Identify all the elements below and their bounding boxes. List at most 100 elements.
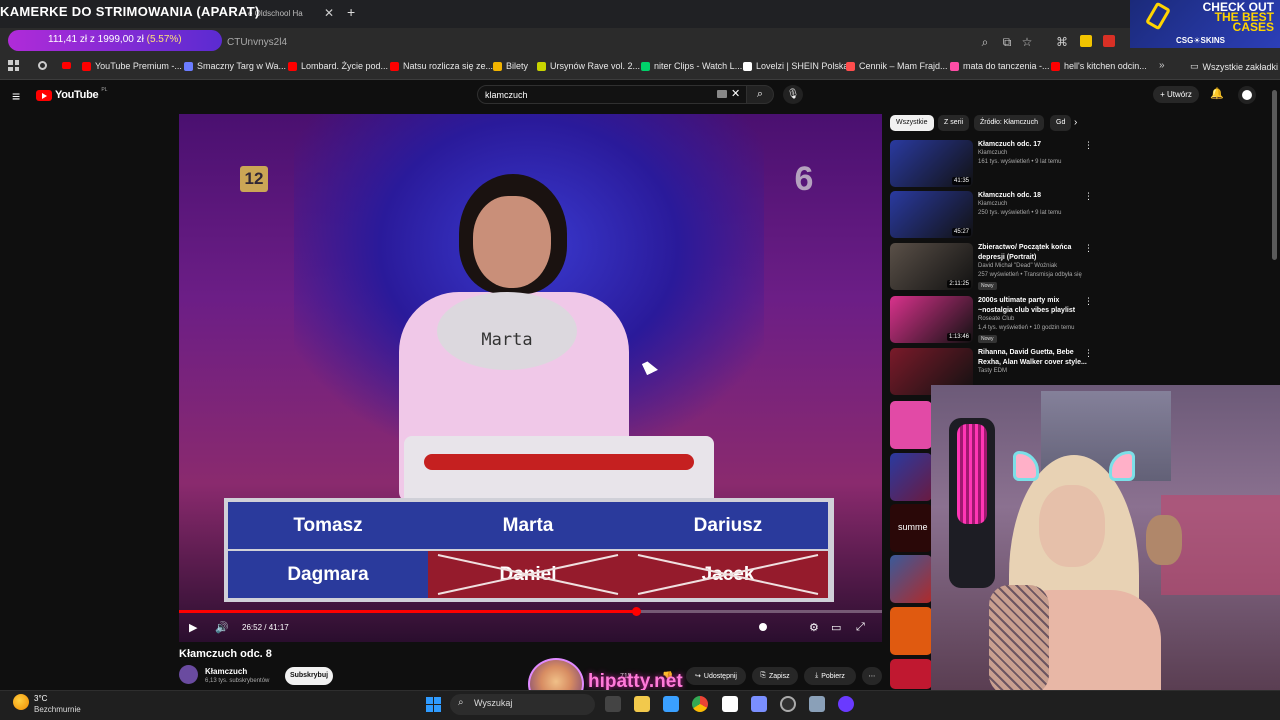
recommendation-thumbnail[interactable]: 1:13:46 bbox=[890, 296, 973, 343]
recommendation-thumbnail[interactable]: 41:35 bbox=[890, 140, 973, 187]
chrome-icon[interactable] bbox=[692, 696, 708, 712]
volume-icon[interactable]: 🔊 bbox=[215, 621, 229, 634]
url-text[interactable]: CTUnvnys2l4 bbox=[227, 37, 287, 48]
bookmark-item[interactable]: hell's kitchen odcin... bbox=[1051, 61, 1147, 71]
video-player[interactable]: 12 6 Marta Tomasz Marta Dariusz Dagmara Dani… bbox=[179, 114, 882, 642]
filter-chip[interactable]: Z serii bbox=[938, 115, 970, 131]
recommendation-channel[interactable]: Tasty EDM bbox=[978, 368, 1007, 374]
bookmark-item[interactable]: Cennik – Mam Frajd... bbox=[846, 61, 948, 71]
voice-search-icon[interactable]: 🎙 bbox=[783, 85, 803, 104]
more-options-icon[interactable]: ⋮ bbox=[1084, 191, 1093, 202]
bookmark-item[interactable]: Smaczny Targ w Wa... bbox=[184, 61, 286, 71]
settings-app-icon[interactable] bbox=[809, 696, 825, 712]
zoom-icon[interactable]: ⌕ bbox=[977, 34, 993, 50]
store-icon[interactable] bbox=[663, 696, 679, 712]
bookmark-circle-icon[interactable] bbox=[38, 61, 47, 70]
create-button[interactable]: + Utwórz bbox=[1153, 86, 1199, 103]
all-bookmarks-folder[interactable]: ▭ Wszystkie zakładki bbox=[1190, 61, 1278, 72]
recommendation-title[interactable]: Kłamczuch odc. 18 bbox=[978, 191, 1090, 201]
theater-mode-icon[interactable]: ▭ bbox=[831, 621, 841, 634]
new-tab-button[interactable]: + bbox=[347, 4, 355, 20]
recommendation-thumbnail[interactable]: 45:27 bbox=[890, 191, 973, 238]
weather-condition[interactable]: Bezchmurnie bbox=[34, 705, 81, 714]
csgskins-ad[interactable]: CHECK OUT THE BEST CASES CSG☀SKINS bbox=[1130, 0, 1280, 48]
channel-avatar[interactable] bbox=[179, 665, 198, 684]
recommendation-item[interactable]: 1:13:46 2000s ultimate party mix ~nostalg… bbox=[890, 296, 1105, 344]
clear-search-icon[interactable]: ✕ bbox=[731, 87, 740, 100]
subscribe-button[interactable]: Subskrybuj bbox=[285, 667, 333, 685]
download-button[interactable]: ⤓ Pobierz bbox=[804, 667, 856, 685]
task-view-icon[interactable] bbox=[605, 696, 621, 712]
recommendation-title[interactable]: Rihanna, David Guetta, Bebe Rexha, Alan … bbox=[978, 348, 1090, 368]
weather-sun-icon[interactable] bbox=[13, 694, 29, 710]
bookmarks-overflow-icon[interactable]: » bbox=[1159, 60, 1165, 71]
recommendation-title[interactable]: 2000s ultimate party mix ~nostalgia club… bbox=[978, 296, 1090, 316]
recommendation-thumbnail[interactable] bbox=[890, 607, 932, 655]
settings-gear-icon[interactable]: ⚙ bbox=[809, 621, 819, 634]
apps-grid-icon[interactable] bbox=[8, 60, 19, 71]
channel-name[interactable]: Kłamczuch bbox=[205, 667, 247, 676]
recommendation-thumbnail[interactable] bbox=[890, 659, 932, 689]
extension-yellow-icon[interactable] bbox=[1080, 35, 1092, 47]
recommendation-channel[interactable]: Roseate Club bbox=[978, 316, 1014, 322]
recommendation-title[interactable]: Zbieractwo/ Początek końca depresji (Por… bbox=[978, 243, 1090, 263]
install-app-icon[interactable]: ⧉ bbox=[999, 34, 1015, 50]
chips-next-icon[interactable]: › bbox=[1074, 117, 1077, 128]
filter-chip[interactable]: Wszystkie bbox=[890, 115, 934, 131]
recommendation-item[interactable]: 2:11:25 Zbieractwo/ Początek końca depres… bbox=[890, 243, 1105, 291]
search-input[interactable]: klamczuch bbox=[477, 85, 747, 104]
windows-start-icon[interactable] bbox=[426, 697, 441, 712]
youtube-bookmark-icon[interactable] bbox=[62, 62, 71, 69]
obs-icon[interactable] bbox=[780, 696, 796, 712]
save-button[interactable]: ⎘ Zapisz bbox=[752, 667, 798, 685]
share-button[interactable]: ↪ Udostępnij bbox=[686, 667, 746, 685]
more-options-icon[interactable]: ⋮ bbox=[1084, 243, 1093, 254]
play-icon[interactable]: ▶ bbox=[189, 621, 197, 634]
more-actions-icon[interactable]: ⋯ bbox=[862, 667, 882, 685]
more-options-icon[interactable]: ⋮ bbox=[1084, 140, 1093, 151]
more-options-icon[interactable]: ⋮ bbox=[1084, 348, 1093, 359]
recommendation-item[interactable]: 45:27 Kłamczuch odc. 18 Kłamczuch 250 tys. … bbox=[890, 191, 1105, 239]
recommendation-item[interactable]: 41:35 Kłamczuch odc. 17 Kłamczuch 161 tys. … bbox=[890, 140, 1105, 188]
bookmark-item[interactable]: Natsu rozlicza się ze... bbox=[390, 61, 493, 71]
bookmark-star-icon[interactable]: ☆ bbox=[1019, 34, 1035, 50]
recommendation-channel[interactable]: Kłamczuch bbox=[978, 150, 1007, 156]
keyboard-icon[interactable] bbox=[717, 90, 727, 98]
recommendation-channel[interactable]: David Michał "Dead" Woźniak bbox=[978, 263, 1057, 269]
autoplay-toggle[interactable] bbox=[759, 623, 767, 631]
bookmark-item[interactable]: Ursynów Rave vol. 2... bbox=[537, 61, 640, 71]
notepad-icon[interactable] bbox=[722, 696, 738, 712]
notifications-bell-icon[interactable]: 🔔 bbox=[1210, 87, 1224, 100]
youtube-logo[interactable]: YouTube PL bbox=[36, 87, 107, 101]
recommendation-title[interactable]: Kłamczuch odc. 17 bbox=[978, 140, 1090, 150]
bookmark-item[interactable]: Lombard. Życie pod... bbox=[288, 61, 388, 71]
progress-bar[interactable] bbox=[179, 607, 882, 616]
taskbar-search[interactable]: ⌕ Wyszukaj bbox=[450, 694, 595, 715]
progress-scrubber[interactable] bbox=[631, 607, 641, 616]
recommendation-thumbnail[interactable] bbox=[890, 453, 932, 501]
bookmark-item[interactable]: niter Clips - Watch L... bbox=[641, 61, 742, 71]
recommendation-thumbnail[interactable] bbox=[890, 401, 932, 449]
fullscreen-icon[interactable]: ⤢ bbox=[856, 621, 865, 634]
search-button[interactable]: ⌕ bbox=[746, 85, 774, 104]
calculator-icon[interactable] bbox=[751, 696, 767, 712]
account-avatar[interactable] bbox=[1238, 86, 1256, 104]
page-scrollbar[interactable] bbox=[1272, 90, 1277, 260]
recommendation-thumbnail[interactable] bbox=[890, 555, 932, 603]
recommendation-thumbnail[interactable]: summe bbox=[890, 504, 932, 552]
recommendation-thumbnail[interactable]: 2:11:25 bbox=[890, 243, 973, 290]
more-options-icon[interactable]: ⋮ bbox=[1084, 296, 1093, 307]
weather-temperature[interactable]: 3°C bbox=[34, 694, 47, 703]
recommendation-channel[interactable]: Kłamczuch bbox=[978, 201, 1007, 207]
menu-icon[interactable]: ≡ bbox=[12, 88, 20, 104]
app-icon[interactable] bbox=[838, 696, 854, 712]
extension-red-icon[interactable] bbox=[1103, 35, 1115, 47]
tab-close-icon[interactable]: ✕ bbox=[324, 6, 334, 20]
filter-chip[interactable]: Źródło: Kłamczuch bbox=[974, 115, 1044, 131]
extension-icon[interactable]: ⌘ bbox=[1054, 34, 1070, 50]
filter-chip[interactable]: Gd bbox=[1050, 115, 1072, 131]
file-explorer-icon[interactable] bbox=[634, 696, 650, 712]
bookmark-item[interactable]: Lovelzi | SHEIN Polska bbox=[743, 61, 848, 71]
bookmark-item[interactable]: Bilety bbox=[493, 61, 528, 71]
bookmark-item[interactable]: mata do tanczenia -... bbox=[950, 61, 1050, 71]
